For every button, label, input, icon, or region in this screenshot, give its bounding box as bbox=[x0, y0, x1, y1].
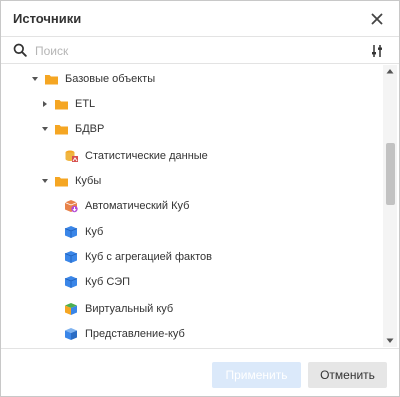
caret-right-icon[interactable] bbox=[40, 99, 50, 109]
tree-item-statistical-data[interactable]: Статистические данные bbox=[64, 145, 208, 167]
view-cube-icon bbox=[65, 328, 77, 340]
tree-item-sep-cube[interactable]: Куб СЭП bbox=[64, 271, 130, 293]
filter-settings-icon[interactable] bbox=[369, 43, 385, 59]
tree-item-label: ETL bbox=[75, 98, 96, 110]
search-icon bbox=[13, 43, 27, 57]
tree-item-label: БДВР bbox=[75, 123, 105, 135]
folder-icon bbox=[45, 75, 58, 85]
caret-down-icon bbox=[386, 338, 394, 343]
scrollbar-thumb[interactable] bbox=[386, 143, 395, 205]
tree-item-label: Представление-куб bbox=[85, 328, 185, 340]
cube-icon bbox=[64, 251, 78, 263]
folder-icon bbox=[55, 177, 68, 187]
close-button[interactable] bbox=[367, 9, 387, 29]
cancel-button[interactable]: Отменить bbox=[308, 362, 387, 388]
caret-down-icon[interactable] bbox=[40, 124, 50, 134]
tree-item-automatic-cube[interactable]: Автоматический Куб bbox=[64, 195, 189, 217]
tree-item-cube[interactable]: Куб bbox=[64, 221, 103, 243]
tree-item-label: Базовые объекты bbox=[65, 73, 156, 85]
sources-tree: Базовые объекты ETL БДВР Статистические … bbox=[1, 65, 399, 347]
tree-item-cubes[interactable]: Кубы bbox=[40, 170, 101, 192]
tree-item-label: Куб СЭП bbox=[85, 276, 131, 288]
cube-icon bbox=[64, 226, 78, 238]
caret-down-icon[interactable] bbox=[30, 74, 40, 84]
tree-item-etl[interactable]: ETL bbox=[40, 93, 95, 115]
statistical-data-icon bbox=[65, 150, 78, 162]
dialog-title: Источники bbox=[13, 11, 82, 26]
tree-item-label: Куб с агрегацией фактов bbox=[85, 251, 212, 263]
tree-item-base-objects[interactable]: Базовые объекты bbox=[30, 68, 155, 90]
tree-item-label: Автоматический Куб bbox=[85, 200, 190, 212]
virtual-cube-icon bbox=[65, 303, 77, 315]
tree-item-label: Статистические данные bbox=[85, 150, 208, 162]
folder-icon bbox=[55, 125, 68, 135]
close-icon bbox=[371, 13, 383, 25]
cube-icon bbox=[64, 276, 78, 288]
caret-up-icon bbox=[386, 69, 394, 74]
tree-item-label: Куб bbox=[85, 226, 104, 238]
caret-down-icon[interactable] bbox=[40, 176, 50, 186]
scroll-down-button[interactable] bbox=[383, 335, 397, 347]
tree-item-view-cube[interactable]: Представление-куб bbox=[64, 323, 185, 345]
tree-item-label: Кубы bbox=[75, 175, 102, 187]
dialog-header: Источники bbox=[1, 1, 399, 37]
tree-item-label: Виртуальный куб bbox=[85, 303, 174, 315]
tree-scrollbar[interactable] bbox=[383, 65, 397, 347]
scroll-up-button[interactable] bbox=[383, 65, 397, 77]
apply-button[interactable]: Применить bbox=[212, 362, 301, 388]
dialog-footer: Применить Отменить bbox=[1, 348, 399, 396]
sources-dialog: Источники Базовые объекты bbox=[0, 0, 400, 397]
tree-item-virtual-cube[interactable]: Виртуальный куб bbox=[64, 298, 173, 320]
search-input[interactable] bbox=[35, 42, 355, 60]
folder-icon bbox=[55, 100, 68, 110]
tree-item-bdvr[interactable]: БДВР bbox=[40, 118, 104, 140]
automatic-cube-icon bbox=[64, 200, 78, 213]
tree-item-aggregation-cube[interactable]: Куб с агрегацией фактов bbox=[64, 246, 212, 268]
search-bar bbox=[1, 38, 399, 64]
